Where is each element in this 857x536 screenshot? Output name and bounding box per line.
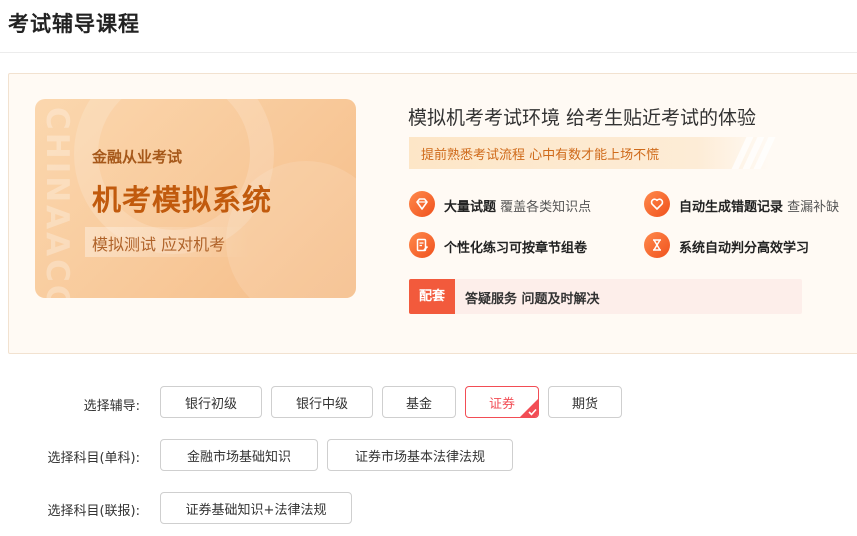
edit-document-icon bbox=[409, 232, 435, 258]
option-banking-junior[interactable]: 银行初级 bbox=[160, 386, 262, 418]
card-subtitle: 金融从业考试 bbox=[92, 148, 183, 166]
combined-subject-label: 选择科目(联报): bbox=[47, 504, 140, 519]
service-badge: 配套 bbox=[409, 279, 455, 314]
brand-watermark: CHINAACC bbox=[39, 107, 75, 298]
subbanner-text: 提前熟悉考试流程 心中有数才能上场不慌 bbox=[421, 148, 660, 163]
heart-icon bbox=[644, 191, 670, 217]
card-title: 机考模拟系统 bbox=[92, 183, 273, 217]
option-securities-law[interactable]: 证券市场基本法律法规 bbox=[327, 439, 513, 471]
diamond-icon bbox=[409, 191, 435, 217]
service-text: 答疑服务 问题及时解决 bbox=[465, 292, 600, 307]
option-label: 证券 bbox=[488, 396, 515, 412]
single-subject-label: 选择科目(单科): bbox=[47, 451, 140, 466]
feature-text: 大量试题 覆盖各类知识点 bbox=[444, 200, 592, 215]
check-icon bbox=[528, 408, 537, 416]
promo-banner: CHINAACC 金融从业考试 机考模拟系统 模拟测试 应对机考 模拟机考考试环… bbox=[8, 73, 857, 354]
option-securities[interactable]: 证券 bbox=[465, 386, 539, 418]
option-fund[interactable]: 基金 bbox=[382, 386, 456, 418]
feature-text: 个性化练习可按章节组卷 bbox=[444, 241, 588, 256]
feature-text: 系统自动判分高效学习 bbox=[679, 241, 810, 256]
option-futures[interactable]: 期货 bbox=[548, 386, 622, 418]
page-title: 考试辅导课程 bbox=[8, 12, 140, 36]
coaching-label: 选择辅导: bbox=[83, 399, 140, 414]
hourglass-icon bbox=[644, 232, 670, 258]
card-tagline: 模拟测试 应对机考 bbox=[92, 235, 226, 254]
option-banking-intermediate[interactable]: 银行中级 bbox=[271, 386, 373, 418]
option-combined-package[interactable]: 证券基础知识+法律法规 bbox=[160, 492, 352, 524]
feature-text: 自动生成错题记录 查漏补缺 bbox=[679, 200, 840, 215]
service-bar: 配套 答疑服务 问题及时解决 bbox=[409, 279, 802, 314]
title-divider bbox=[0, 52, 857, 53]
promo-headline: 模拟机考考试环境 给考生贴近考试的体验 bbox=[408, 107, 757, 129]
product-card: CHINAACC 金融从业考试 机考模拟系统 模拟测试 应对机考 bbox=[35, 99, 356, 298]
promo-subbanner: 提前熟悉考试流程 心中有数才能上场不慌 bbox=[409, 137, 776, 169]
option-financial-market-basics[interactable]: 金融市场基础知识 bbox=[160, 439, 318, 471]
